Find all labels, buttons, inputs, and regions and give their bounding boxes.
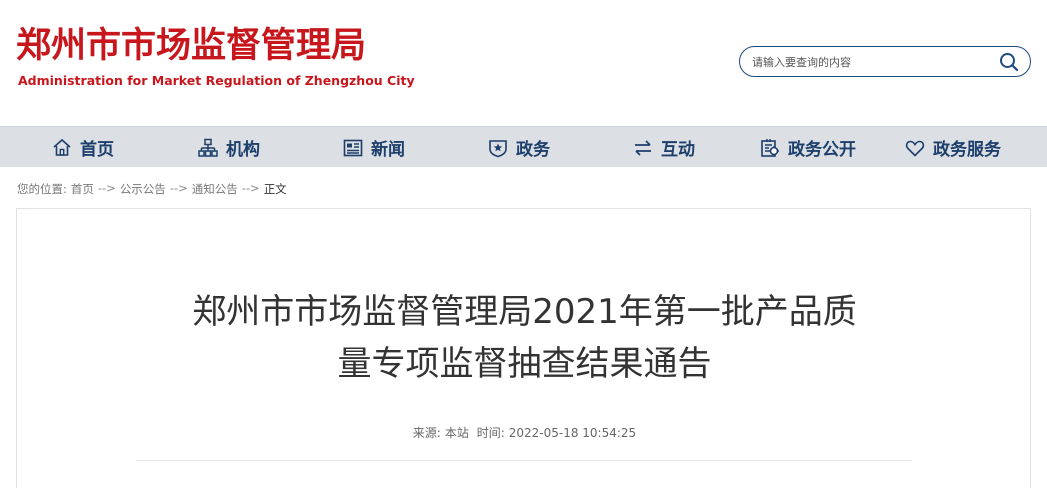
search-icon[interactable]: [998, 51, 1020, 73]
nav-item-open-affairs[interactable]: 政务公开: [760, 127, 856, 168]
breadcrumb-current: 正文: [263, 182, 287, 196]
nav-item-affairs[interactable]: 政务: [488, 127, 550, 168]
open-affairs-icon: [760, 138, 780, 158]
breadcrumb-separator: -->: [97, 181, 116, 195]
nav-item-news[interactable]: 新闻: [343, 127, 405, 168]
nav-item-org[interactable]: 机构: [198, 127, 260, 168]
time-value: 2022-05-18 10:54:25: [508, 426, 637, 440]
nav-label: 首页: [80, 140, 114, 160]
home-icon: [52, 138, 72, 158]
nav-label: 机构: [226, 140, 260, 160]
nav-item-interaction[interactable]: 互动: [633, 127, 695, 168]
article-container: 郑州市市场监督管理局2021年第一批产品质 量专项监督抽查结果通告 来源: 本站 …: [16, 208, 1031, 488]
article-title: 郑州市市场监督管理局2021年第一批产品质 量专项监督抽查结果通告: [17, 286, 1032, 390]
search-input[interactable]: [752, 53, 982, 71]
main-nav: 首页 机构 新闻 政务 互动 政务公开 政务服务: [0, 126, 1047, 167]
breadcrumb: 您的位置: 首页 --> 公示公告 --> 通知公告 --> 正文: [17, 181, 291, 197]
breadcrumb-link-home[interactable]: 首页: [71, 181, 94, 197]
article-title-line: 郑州市市场监督管理局2021年第一批产品质: [192, 292, 857, 332]
source-label: 来源:: [412, 426, 441, 440]
org-chart-icon: [198, 138, 218, 158]
breadcrumb-link-announcements[interactable]: 通知公告: [192, 181, 238, 197]
breadcrumb-separator: -->: [169, 181, 188, 195]
breadcrumb-link-notices[interactable]: 公示公告: [120, 181, 166, 197]
site-logo-subtitle: Administration for Market Regulation of …: [18, 73, 415, 88]
nav-label: 政务服务: [933, 140, 1001, 160]
article-meta: 来源: 本站 时间: 2022-05-18 10:54:25: [17, 424, 1032, 441]
site-header: 郑州市市场监督管理局 Administration for Market Reg…: [0, 0, 1047, 126]
source-value: 本站: [444, 426, 469, 440]
breadcrumb-separator: -->: [241, 181, 260, 195]
nav-item-services[interactable]: 政务服务: [905, 127, 1001, 168]
nav-label: 互动: [661, 140, 695, 160]
nav-label: 政务公开: [788, 140, 856, 160]
site-logo-title[interactable]: 郑州市市场监督管理局: [16, 26, 366, 66]
swap-arrows-icon: [633, 138, 653, 158]
newspaper-icon: [343, 138, 363, 158]
nav-label: 新闻: [371, 140, 405, 160]
article-title-line: 量专项监督抽查结果通告: [337, 344, 712, 384]
divider: [137, 460, 912, 461]
emblem-icon: [488, 138, 508, 158]
nav-item-home[interactable]: 首页: [52, 127, 114, 168]
time-label: 时间:: [476, 426, 505, 440]
nav-label: 政务: [516, 140, 550, 160]
heart-icon: [905, 138, 925, 158]
search-box: [739, 46, 1031, 77]
breadcrumb-prefix: 您的位置:: [17, 182, 67, 196]
